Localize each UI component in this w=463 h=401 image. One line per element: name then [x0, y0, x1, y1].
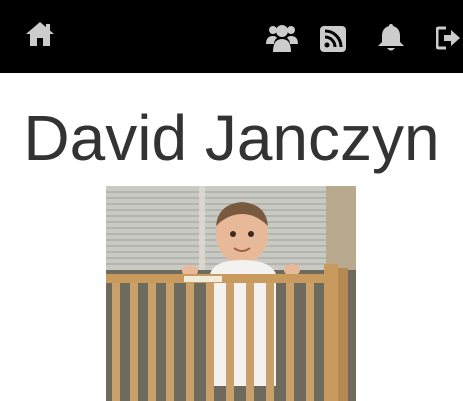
- users-icon[interactable]: [266, 22, 298, 52]
- profile-name-heading: David Janczyn: [23, 102, 440, 174]
- bell-icon[interactable]: [378, 24, 404, 52]
- home-icon[interactable]: [24, 20, 56, 48]
- profile-photo: [106, 186, 356, 401]
- sign-out-icon[interactable]: [436, 26, 462, 50]
- top-navbar: [0, 0, 463, 73]
- rss-icon[interactable]: [320, 26, 346, 52]
